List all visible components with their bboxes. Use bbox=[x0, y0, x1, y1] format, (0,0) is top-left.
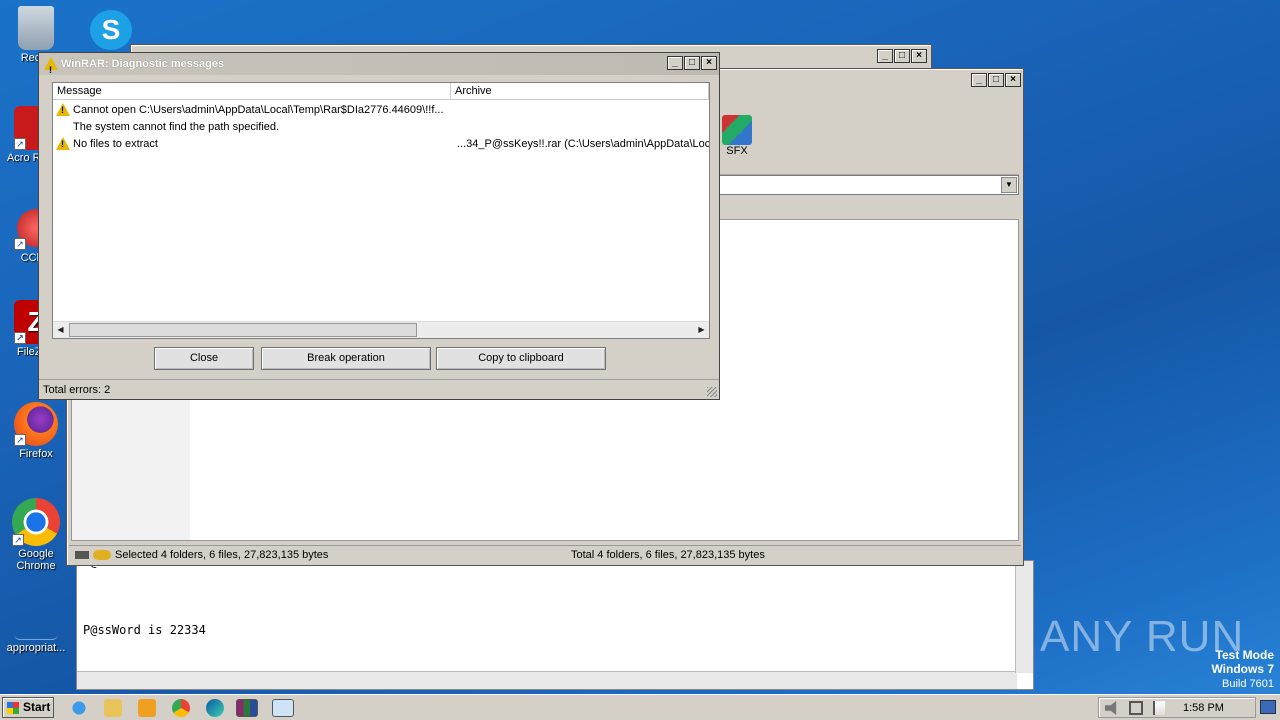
firefox-icon: ↗ bbox=[14, 402, 58, 446]
maximize-button[interactable]: □ bbox=[684, 56, 700, 70]
maximize-button[interactable]: □ bbox=[988, 73, 1004, 87]
anyrun-watermark: ANY RUN bbox=[1040, 612, 1243, 662]
scroll-thumb[interactable] bbox=[69, 323, 417, 337]
sfx-icon bbox=[722, 115, 752, 145]
skype-icon[interactable]: S bbox=[90, 10, 132, 50]
test-mode-label: Test Mode bbox=[1215, 648, 1274, 662]
scroll-left-arrow[interactable]: ◀ bbox=[53, 323, 68, 337]
desktop-icon-label: appropriat... bbox=[6, 642, 66, 654]
internet-explorer-icon[interactable] bbox=[70, 699, 88, 717]
desktop-icon-appropriat[interactable]: appropriat... bbox=[0, 620, 72, 654]
desktop-icon-label: Google Chrome bbox=[16, 548, 56, 572]
minimize-button[interactable]: _ bbox=[877, 49, 893, 63]
recycle-bin-icon bbox=[18, 6, 54, 50]
chrome-icon: ↗ bbox=[12, 498, 60, 546]
messages-list[interactable]: Message Archive Cannot open C:\Users\adm… bbox=[52, 82, 710, 339]
file-icon bbox=[14, 620, 58, 640]
sfx-toolbar-button[interactable]: SFX bbox=[717, 115, 757, 163]
close-button[interactable]: × bbox=[911, 49, 927, 63]
notepad-window[interactable]: P@ssWord is 22334 P@ssWord is 22334 bbox=[76, 555, 1034, 690]
warning-icon bbox=[44, 57, 58, 81]
archive-text[interactable]: ...34_P@ssKeys!!.rar (C:\Users\admin\App… bbox=[457, 138, 709, 150]
dialog-status-bar: Total errors: 2 bbox=[39, 379, 719, 399]
file-list-left-pane bbox=[72, 400, 190, 540]
minimize-button[interactable]: _ bbox=[667, 56, 683, 70]
media-player-icon[interactable] bbox=[138, 699, 156, 717]
notepad-line: P@ssWord is 22334 bbox=[83, 623, 206, 637]
desktop-icon-firefox[interactable]: ↗ Firefox bbox=[0, 402, 72, 460]
message-text[interactable]: Cannot open C:\Users\admin\AppData\Local… bbox=[73, 104, 444, 116]
taskbar: Start 1:58 PM bbox=[0, 694, 1280, 720]
close-button[interactable]: × bbox=[1005, 73, 1021, 87]
total-errors: Total errors: 2 bbox=[43, 384, 111, 396]
address-dropdown[interactable]: ▼ bbox=[707, 175, 1019, 195]
build-label: Build 7601 bbox=[1222, 678, 1274, 690]
resize-grip-icon[interactable] bbox=[707, 387, 717, 397]
column-header-archive[interactable]: Archive bbox=[451, 83, 709, 100]
drive-icon bbox=[75, 551, 89, 559]
close-dialog-button[interactable]: Close bbox=[154, 347, 254, 370]
message-text[interactable]: The system cannot find the path specifie… bbox=[73, 121, 279, 133]
folder-icon[interactable] bbox=[104, 699, 122, 717]
dialog-titlebar[interactable]: WinRAR: Diagnostic messages bbox=[39, 53, 719, 81]
desktop-icon-google-chrome[interactable]: ↗ Google Chrome bbox=[0, 498, 72, 572]
system-tray: 1:58 PM bbox=[1098, 697, 1256, 718]
sfx-label: SFX bbox=[726, 145, 748, 157]
edge-icon[interactable] bbox=[206, 699, 224, 717]
desktop-icon-label: Firefox bbox=[19, 448, 53, 460]
flag-icon[interactable] bbox=[1153, 701, 1165, 715]
copy-to-clipboard-button[interactable]: Copy to clipboard bbox=[436, 347, 606, 370]
chevron-down-icon: ▼ bbox=[1001, 177, 1017, 193]
network-icon[interactable] bbox=[1129, 701, 1143, 715]
notepad-hscroll[interactable] bbox=[77, 671, 1017, 689]
winrar-taskbar-icon[interactable] bbox=[236, 699, 258, 717]
show-desktop-icon[interactable] bbox=[1260, 700, 1276, 714]
warning-icon bbox=[56, 103, 70, 116]
close-button[interactable]: × bbox=[701, 56, 717, 70]
column-header-message[interactable]: Message bbox=[53, 83, 451, 100]
dialog-title: WinRAR: Diagnostic messages bbox=[61, 58, 225, 70]
clock[interactable]: 1:58 PM bbox=[1183, 702, 1224, 714]
chrome-taskbar-icon[interactable] bbox=[172, 699, 190, 717]
warning-icon bbox=[56, 137, 70, 150]
maximize-button[interactable]: □ bbox=[894, 49, 910, 63]
status-selected: Selected 4 folders, 6 files, 27,823,135 … bbox=[115, 549, 329, 561]
notepad-taskbar-icon[interactable] bbox=[272, 699, 294, 717]
anyrun-logo-text: ANY RUN bbox=[1040, 612, 1245, 661]
horizontal-scrollbar[interactable]: ◀ ▶ bbox=[53, 321, 709, 338]
notepad-vscroll[interactable] bbox=[1015, 561, 1033, 673]
minimize-button[interactable]: _ bbox=[971, 73, 987, 87]
volume-icon[interactable] bbox=[1105, 701, 1117, 715]
os-label: Windows 7 bbox=[1211, 662, 1274, 676]
scroll-right-arrow[interactable]: ▶ bbox=[694, 323, 709, 337]
start-button[interactable]: Start bbox=[2, 697, 54, 718]
message-text[interactable]: No files to extract bbox=[73, 138, 158, 150]
status-bar: Selected 4 folders, 6 files, 27,823,135 … bbox=[69, 545, 1021, 565]
diagnostic-dialog[interactable]: WinRAR: Diagnostic messages _ □ × Messag… bbox=[38, 52, 720, 400]
break-operation-button[interactable]: Break operation bbox=[261, 347, 431, 370]
status-total: Total 4 folders, 6 files, 27,823,135 byt… bbox=[571, 549, 765, 561]
key-icon bbox=[93, 550, 111, 560]
